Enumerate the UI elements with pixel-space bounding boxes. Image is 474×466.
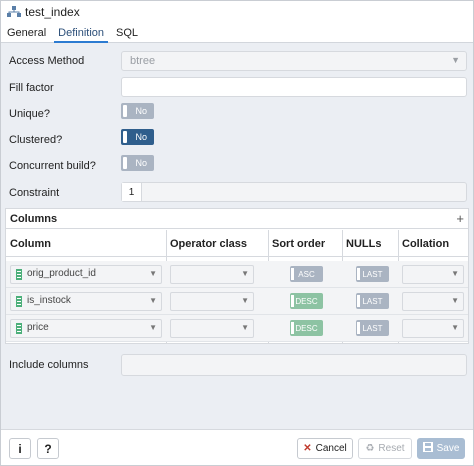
header-nulls: NULLs	[346, 238, 382, 250]
collation-select[interactable]: ▼	[402, 292, 464, 311]
index-icon	[7, 5, 23, 19]
help-button[interactable]: ?	[37, 438, 59, 459]
info-button[interactable]: i	[9, 438, 31, 459]
concurrent-build-label: Concurrent build?	[9, 160, 96, 172]
add-row-icon[interactable]: +	[456, 211, 464, 226]
clustered-toggle-state: No	[135, 132, 147, 142]
constraint-field[interactable]: 1	[121, 182, 467, 202]
chevron-down-icon: ▼	[241, 269, 249, 278]
chevron-down-icon: ▼	[451, 323, 459, 332]
operator-class-select[interactable]: ▼	[170, 265, 254, 284]
column-icon	[16, 323, 22, 334]
tab-general[interactable]: General	[1, 23, 52, 42]
header-operator-class: Operator class	[170, 238, 248, 250]
chevron-down-icon: ▼	[451, 55, 460, 65]
constraint-tab-number: 1	[122, 183, 142, 201]
access-method-value: btree	[130, 55, 156, 67]
nulls-value: LAST	[362, 323, 383, 333]
column-icon	[16, 269, 22, 280]
collation-select[interactable]: ▼	[402, 319, 464, 338]
sort-order-toggle[interactable]: ASC	[290, 266, 323, 282]
sort-order-value: DESC	[295, 296, 318, 306]
save-label: Save	[436, 443, 460, 454]
fill-factor-label: Fill factor	[9, 82, 54, 94]
tab-definition[interactable]: Definition	[52, 23, 110, 43]
tab-sql[interactable]: SQL	[110, 23, 144, 42]
include-columns-select[interactable]	[121, 354, 467, 376]
column-select[interactable]: orig_product_id ▼	[10, 265, 162, 284]
nulls-value: LAST	[362, 269, 383, 279]
column-name: orig_product_id	[27, 268, 96, 279]
close-icon: ✕	[303, 443, 312, 454]
access-method-label: Access Method	[9, 55, 85, 67]
chevron-down-icon: ▼	[149, 296, 157, 305]
include-columns-label: Include columns	[9, 359, 89, 371]
table-row: price ▼ ▼ DESC LAST ▼	[6, 315, 468, 342]
cancel-button[interactable]: ✕ Cancel	[297, 438, 353, 459]
unique-label: Unique?	[9, 108, 50, 120]
access-method-select[interactable]: btree ▼	[121, 51, 467, 71]
dialog-footer: i ? ✕ Cancel ♻ Reset Save	[1, 429, 473, 465]
collation-select[interactable]: ▼	[402, 265, 464, 284]
nulls-toggle[interactable]: LAST	[356, 266, 389, 282]
operator-class-select[interactable]: ▼	[170, 319, 254, 338]
tab-bar: General Definition SQL	[1, 23, 473, 43]
table-row: orig_product_id ▼ ▼ ASC LAST ▼	[6, 261, 468, 288]
sort-order-value: ASC	[298, 269, 315, 279]
concurrent-build-toggle[interactable]: No	[121, 155, 154, 171]
header-column: Column	[10, 238, 51, 250]
save-icon	[422, 442, 433, 455]
columns-panel: Columns + Column Operator class Sort ord…	[5, 208, 469, 344]
constraint-label: Constraint	[9, 187, 60, 199]
chevron-down-icon: ▼	[149, 269, 157, 278]
column-select[interactable]: is_instock ▼	[10, 292, 162, 311]
chevron-down-icon: ▼	[241, 323, 249, 332]
chevron-down-icon: ▼	[451, 296, 459, 305]
columns-title: Columns	[10, 213, 58, 225]
unique-toggle[interactable]: No	[121, 103, 154, 119]
chevron-down-icon: ▼	[241, 296, 249, 305]
operator-class-select[interactable]: ▼	[170, 292, 254, 311]
column-name: price	[27, 322, 49, 333]
dialog-titlebar: test_index	[1, 1, 473, 23]
table-row: is_instock ▼ ▼ DESC LAST ▼	[6, 288, 468, 315]
column-icon	[16, 296, 22, 307]
clustered-label: Clustered?	[9, 134, 63, 146]
chevron-down-icon: ▼	[451, 269, 459, 278]
column-name: is_instock	[27, 295, 71, 306]
nulls-toggle[interactable]: LAST	[356, 320, 389, 336]
help-icon: ?	[44, 441, 52, 456]
chevron-down-icon: ▼	[149, 323, 157, 332]
info-icon: i	[18, 441, 22, 456]
sort-order-toggle[interactable]: DESC	[290, 293, 323, 309]
dialog-title: test_index	[25, 5, 80, 19]
nulls-toggle[interactable]: LAST	[356, 293, 389, 309]
reset-label: Reset	[378, 443, 405, 454]
sort-order-value: DESC	[295, 323, 318, 333]
index-dialog: test_index General Definition SQL Access…	[0, 0, 474, 466]
clustered-toggle[interactable]: No	[121, 129, 154, 145]
reset-icon: ♻	[365, 443, 375, 454]
unique-toggle-state: No	[135, 106, 147, 116]
save-button[interactable]: Save	[417, 438, 465, 459]
cancel-label: Cancel	[315, 443, 347, 454]
column-select[interactable]: price ▼	[10, 319, 162, 338]
fill-factor-input[interactable]	[121, 77, 467, 97]
header-sort-order: Sort order	[272, 238, 326, 250]
sort-order-toggle[interactable]: DESC	[290, 320, 323, 336]
nulls-value: LAST	[362, 296, 383, 306]
columns-panel-header: Columns	[6, 209, 468, 229]
concurrent-build-toggle-state: No	[135, 158, 147, 168]
header-collation: Collation	[402, 238, 450, 250]
reset-button[interactable]: ♻ Reset	[358, 438, 412, 459]
